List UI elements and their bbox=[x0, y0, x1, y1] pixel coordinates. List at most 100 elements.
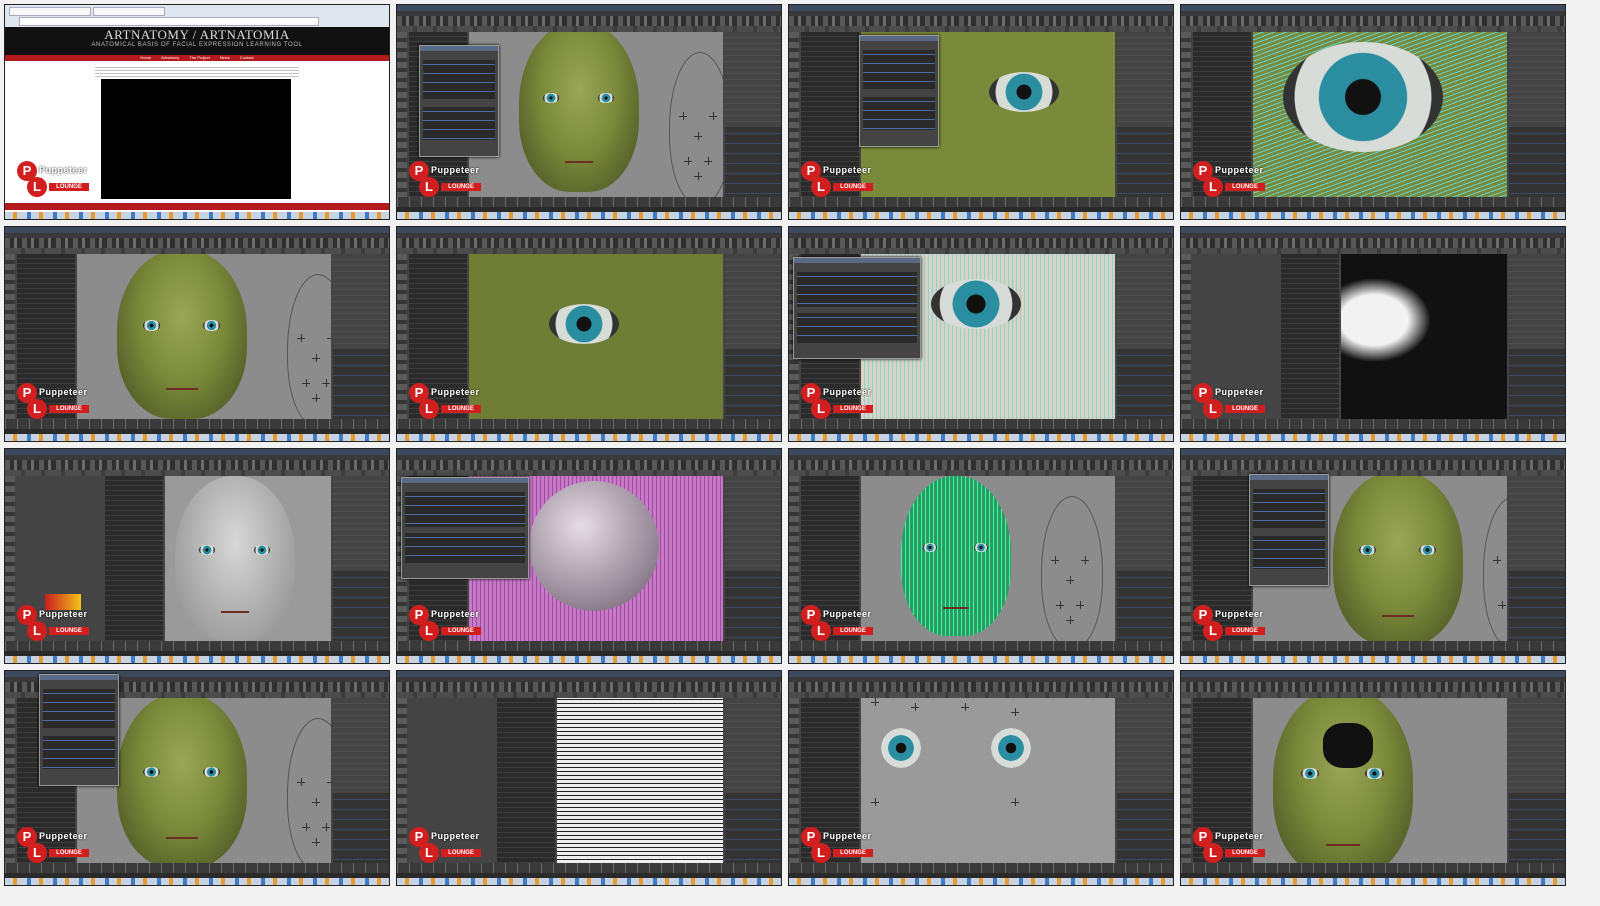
face-control-cross[interactable] bbox=[322, 823, 330, 831]
face-control-cross[interactable] bbox=[1066, 576, 1074, 584]
maya-shelf-toolbar[interactable] bbox=[5, 238, 389, 248]
maya-viewport[interactable] bbox=[861, 698, 1115, 863]
video-player[interactable] bbox=[101, 79, 291, 199]
maya-toolbox[interactable] bbox=[397, 698, 407, 863]
maya-shelf-toolbar[interactable] bbox=[1181, 16, 1565, 26]
dialog-list[interactable] bbox=[423, 60, 495, 99]
maya-layer-editor[interactable] bbox=[1509, 793, 1565, 863]
maya-layer-editor[interactable] bbox=[725, 127, 781, 197]
face-control-cross[interactable] bbox=[1011, 708, 1019, 716]
dialog-title-bar[interactable] bbox=[40, 675, 118, 680]
dialog-list[interactable] bbox=[405, 492, 525, 527]
dialog-list-2[interactable] bbox=[43, 736, 115, 769]
maya-outliner[interactable] bbox=[1281, 254, 1339, 419]
dialog-list-2[interactable] bbox=[1253, 536, 1325, 569]
maya-viewport[interactable] bbox=[1341, 254, 1507, 419]
maya-layer-editor[interactable] bbox=[1509, 349, 1565, 419]
face-control-cross[interactable] bbox=[297, 334, 305, 342]
browser-tab[interactable] bbox=[93, 7, 165, 16]
browser-tab[interactable] bbox=[9, 7, 91, 16]
maya-time-slider[interactable] bbox=[5, 641, 389, 651]
maya-toolbox[interactable] bbox=[397, 32, 407, 197]
maya-shelf-toolbar[interactable] bbox=[397, 238, 781, 248]
maya-time-slider[interactable] bbox=[5, 419, 389, 429]
face-control-cross[interactable] bbox=[709, 112, 717, 120]
maya-shelf-toolbar[interactable] bbox=[789, 16, 1173, 26]
maya-toolbox[interactable] bbox=[397, 254, 407, 419]
maya-shelf-toolbar[interactable] bbox=[789, 238, 1173, 248]
maya-time-slider[interactable] bbox=[789, 419, 1173, 429]
maya-outliner[interactable] bbox=[497, 698, 555, 863]
maya-layer-editor[interactable] bbox=[333, 349, 389, 419]
face-control-cross[interactable] bbox=[297, 778, 305, 786]
dialog-list-2[interactable] bbox=[423, 107, 495, 140]
windows-taskbar[interactable] bbox=[5, 656, 389, 663]
maya-dialog-window[interactable] bbox=[419, 45, 499, 157]
face-control-cross[interactable] bbox=[679, 112, 687, 120]
dialog-list-2[interactable] bbox=[405, 533, 525, 563]
face-control-cross[interactable] bbox=[1081, 556, 1089, 564]
nav-link[interactable]: The Project bbox=[189, 55, 209, 61]
windows-taskbar[interactable] bbox=[397, 212, 781, 219]
nav-link[interactable]: Artnatomy bbox=[161, 55, 179, 61]
maya-toolbox[interactable] bbox=[789, 698, 799, 863]
maya-time-slider[interactable] bbox=[397, 641, 781, 651]
maya-toolbox[interactable] bbox=[5, 254, 15, 419]
address-bar[interactable] bbox=[19, 17, 319, 26]
dialog-title-bar[interactable] bbox=[1250, 475, 1328, 480]
maya-dialog-window[interactable] bbox=[1249, 474, 1329, 586]
maya-viewport[interactable] bbox=[469, 32, 723, 197]
dialog-title-bar[interactable] bbox=[402, 478, 528, 483]
nav-link[interactable]: News bbox=[220, 55, 230, 61]
windows-taskbar[interactable] bbox=[5, 434, 389, 441]
windows-taskbar[interactable] bbox=[1181, 878, 1565, 885]
maya-toolbox[interactable] bbox=[5, 476, 15, 641]
maya-layer-editor[interactable] bbox=[333, 571, 389, 641]
maya-layer-editor[interactable] bbox=[1117, 349, 1173, 419]
maya-layer-editor[interactable] bbox=[1509, 127, 1565, 197]
face-control-cross[interactable] bbox=[312, 838, 320, 846]
face-control-cross[interactable] bbox=[704, 157, 712, 165]
maya-toolbox[interactable] bbox=[1181, 476, 1191, 641]
maya-layer-editor[interactable] bbox=[1509, 571, 1565, 641]
maya-toolbox[interactable] bbox=[1181, 698, 1191, 863]
maya-shelf-toolbar[interactable] bbox=[1181, 460, 1565, 470]
maya-dialog-window[interactable] bbox=[401, 477, 529, 579]
dialog-list[interactable] bbox=[43, 689, 115, 728]
face-control-cross[interactable] bbox=[694, 132, 702, 140]
face-control-cross[interactable] bbox=[312, 354, 320, 362]
maya-toolbox[interactable] bbox=[5, 698, 15, 863]
maya-shelf-toolbar[interactable] bbox=[5, 460, 389, 470]
maya-toolbox[interactable] bbox=[1181, 32, 1191, 197]
dialog-list[interactable] bbox=[797, 272, 917, 307]
windows-taskbar[interactable] bbox=[789, 212, 1173, 219]
maya-time-slider[interactable] bbox=[397, 197, 781, 207]
maya-shelf-toolbar[interactable] bbox=[397, 460, 781, 470]
face-control-cross[interactable] bbox=[1498, 601, 1506, 609]
nav-link[interactable]: Home bbox=[140, 55, 151, 61]
face-control-cross[interactable] bbox=[961, 703, 969, 711]
maya-shelf-toolbar[interactable] bbox=[397, 16, 781, 26]
face-control-cross[interactable] bbox=[312, 798, 320, 806]
maya-time-slider[interactable] bbox=[1181, 641, 1565, 651]
face-control-cross[interactable] bbox=[911, 703, 919, 711]
windows-taskbar[interactable] bbox=[1181, 434, 1565, 441]
face-control-cross[interactable] bbox=[302, 379, 310, 387]
dialog-title-bar[interactable] bbox=[794, 258, 920, 263]
maya-shelf-toolbar[interactable] bbox=[1181, 682, 1565, 692]
face-control-cross[interactable] bbox=[1076, 601, 1084, 609]
face-control-cross[interactable] bbox=[694, 172, 702, 180]
windows-taskbar[interactable] bbox=[397, 434, 781, 441]
dialog-list[interactable] bbox=[1253, 489, 1325, 528]
maya-viewport[interactable] bbox=[1253, 698, 1507, 863]
maya-layer-editor[interactable] bbox=[1117, 793, 1173, 863]
dialog-list-2[interactable] bbox=[797, 313, 917, 343]
maya-time-slider[interactable] bbox=[789, 863, 1173, 873]
face-control-cross[interactable] bbox=[1493, 556, 1501, 564]
windows-taskbar[interactable] bbox=[1181, 656, 1565, 663]
dialog-title-bar[interactable] bbox=[860, 36, 938, 41]
maya-outliner[interactable] bbox=[105, 476, 163, 641]
dialog-list-2[interactable] bbox=[863, 97, 935, 130]
maya-viewport[interactable] bbox=[861, 476, 1115, 641]
maya-viewport[interactable] bbox=[1253, 32, 1507, 197]
